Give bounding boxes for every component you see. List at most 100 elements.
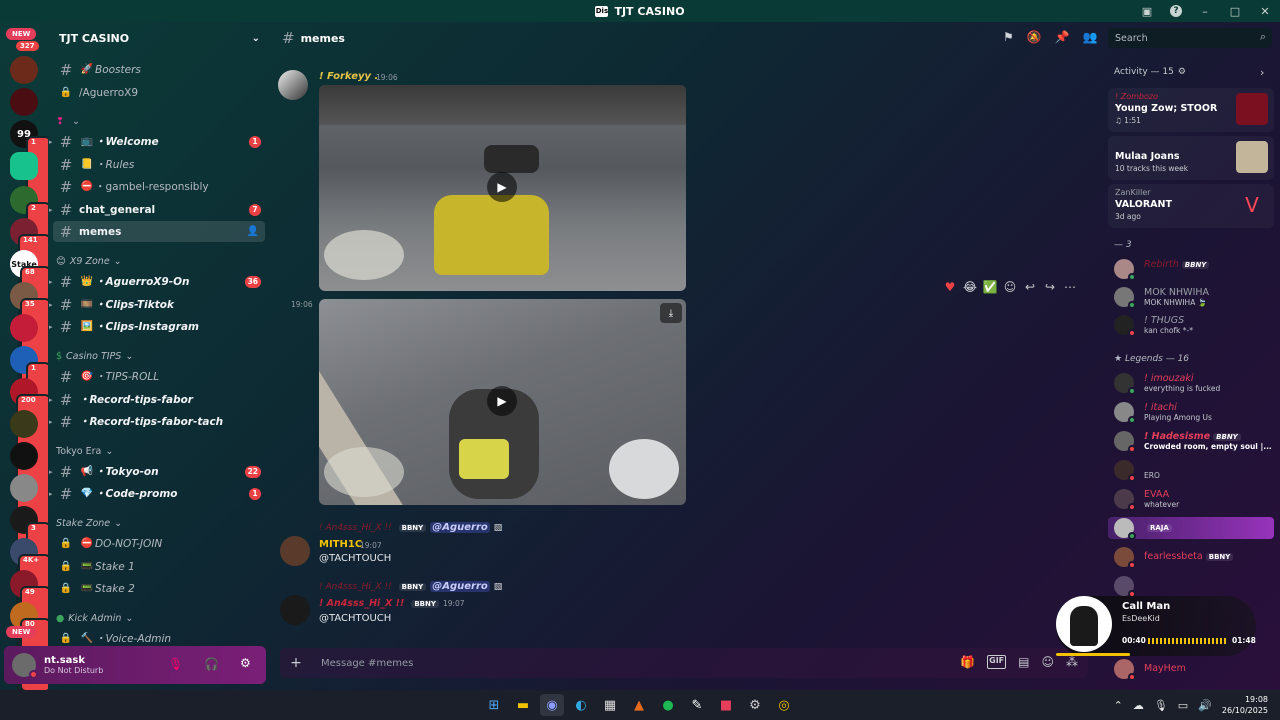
clock[interactable]: 19:08 26/10/2025: [1222, 694, 1268, 716]
member-item[interactable]: EVAA whatever: [1112, 488, 1276, 511]
steam-icon[interactable]: ⚙: [743, 694, 767, 716]
check-reaction-icon[interactable]: ✅: [982, 280, 998, 294]
activity-card[interactable]: ZanKiller VALORANT 3d ago V: [1108, 184, 1274, 228]
video-attachment[interactable]: ⤓ ▶: [319, 299, 686, 505]
emoji-icon[interactable]: ☺: [1041, 655, 1054, 669]
category-header[interactable]: ● Kick Admin ⌄: [56, 613, 133, 624]
channel-item[interactable]: ▸ # ・Record-tips-fabor: [49, 389, 265, 410]
forward-icon[interactable]: ↪: [1042, 280, 1058, 294]
channel-item[interactable]: # 🚀 Boosters: [53, 59, 265, 80]
store-icon[interactable]: ▦: [598, 694, 622, 716]
reply-icon[interactable]: ↩: [1022, 280, 1038, 294]
channel-item[interactable]: 🔒 📟 Stake 2: [53, 578, 265, 599]
discord-icon[interactable]: ◉: [540, 694, 564, 716]
search-input[interactable]: Search ⌕: [1108, 28, 1272, 48]
member-list-icon[interactable]: 👥: [1083, 30, 1098, 44]
add-attachment-icon[interactable]: +: [288, 655, 304, 671]
network-icon[interactable]: ▭: [1178, 699, 1188, 712]
member-item[interactable]: ! THUGS kan chofk *-*: [1112, 314, 1276, 337]
avatar[interactable]: [280, 595, 310, 625]
music-player-widget[interactable]: Call Man EsDeeKid 00:40 01:48: [1056, 596, 1256, 656]
server-icon[interactable]: [10, 314, 38, 342]
message-composer[interactable]: + Message #memes 🎁 GIF ▤ ☺ ⁂: [280, 648, 1088, 678]
mic-muted-icon[interactable]: 🎙: [168, 657, 183, 671]
download-icon[interactable]: ⤓: [660, 303, 682, 323]
heart-reaction-icon[interactable]: ♥: [942, 280, 958, 294]
play-icon[interactable]: ▶: [487, 386, 517, 416]
reply-preview[interactable]: ! An4sss_Hi_X !! BBNY @Aguerro ▧: [319, 581, 502, 592]
server-icon[interactable]: [10, 410, 38, 438]
maximize-icon[interactable]: □: [1228, 5, 1242, 18]
server-icon[interactable]: [10, 56, 38, 84]
notifications-muted-icon[interactable]: 🔕: [1027, 30, 1042, 44]
video-attachment[interactable]: ▶: [319, 85, 686, 291]
play-icon[interactable]: ▶: [487, 172, 517, 202]
user-info[interactable]: nt.sask Do Not Disturb: [44, 655, 103, 675]
channel-item[interactable]: ▸ # 📢 ・Tokyo-on 22: [49, 461, 265, 482]
category-header[interactable]: Stake Zone ⌄: [56, 518, 122, 529]
gif-icon[interactable]: GIF: [987, 655, 1007, 669]
windows-start-icon[interactable]: ⊞: [482, 694, 506, 716]
channel-item[interactable]: ▸ # ・Record-tips-fabor-tach: [49, 411, 265, 432]
message-author[interactable]: ! Forkeyy .: [319, 71, 378, 82]
more-options-icon[interactable]: ⋯: [1062, 280, 1078, 294]
activity-card[interactable]: Mulaa Joans 10 tracks this week: [1108, 136, 1274, 180]
channel-item[interactable]: # 📒 ・Rules: [53, 154, 265, 175]
member-item[interactable]: [1112, 575, 1276, 598]
help-icon[interactable]: ?: [1170, 5, 1182, 17]
chevron-right-icon[interactable]: ›: [1260, 66, 1264, 79]
laugh-reaction-icon[interactable]: 😂: [962, 280, 978, 294]
member-item[interactable]: MOK NHWIHA MOK NHWIHA 🍃: [1112, 286, 1276, 309]
category-header[interactable]: 😊 X9 Zone ⌄: [56, 256, 122, 267]
app-icon[interactable]: ▲: [627, 694, 651, 716]
channel-item[interactable]: 🔒 /AguerroX9: [53, 82, 265, 103]
new-unread-pill[interactable]: NEW: [6, 28, 37, 40]
member-item[interactable]: Rebirth BBNY: [1112, 258, 1276, 281]
channel-item[interactable]: ▸ # 👑 ・AguerroX9-On 36: [49, 271, 265, 292]
member-item[interactable]: MayHem: [1112, 658, 1276, 681]
avatar[interactable]: [12, 653, 38, 679]
volume-icon[interactable]: 🔊: [1198, 699, 1212, 712]
reply-mention[interactable]: @Aguerro: [430, 581, 490, 592]
member-item[interactable]: fearlessbeta BBNY: [1112, 546, 1276, 569]
waveform-bar[interactable]: [1148, 638, 1226, 644]
channel-item[interactable]: ▸ # 🖼️ ・Clips-Instagram: [49, 316, 265, 337]
new-unread-pill[interactable]: NEW: [6, 626, 37, 638]
tray-expand-icon[interactable]: ⌃: [1114, 699, 1123, 712]
server-icon[interactable]: [10, 88, 38, 116]
channel-item-active[interactable]: # memes 👤: [53, 221, 265, 242]
channel-item[interactable]: 🔒 📟 Stake 1: [53, 556, 265, 577]
app-icon[interactable]: ■: [714, 694, 738, 716]
apps-icon[interactable]: ⁂: [1066, 655, 1078, 669]
gift-icon[interactable]: 🎁: [960, 655, 975, 669]
headset-deafened-icon[interactable]: 🎧: [204, 657, 219, 671]
capcut-icon[interactable]: ✎: [685, 694, 709, 716]
message-author[interactable]: MITH1C: [319, 539, 362, 550]
avatar[interactable]: [280, 536, 310, 566]
threads-icon[interactable]: ⚑: [1003, 30, 1014, 44]
activity-card[interactable]: ! Zombozo Young Zow; STOOR ♫ 1:51: [1108, 88, 1274, 132]
inbox-icon[interactable]: ▣: [1140, 5, 1154, 18]
chrome-icon[interactable]: ◎: [772, 694, 796, 716]
member-item[interactable]: ERO: [1112, 459, 1276, 482]
add-reaction-icon[interactable]: ☺: [1002, 280, 1018, 294]
channel-item[interactable]: ▸ # chat_general 7: [49, 199, 265, 220]
reply-mention[interactable]: @Aguerro: [430, 522, 490, 533]
reply-preview[interactable]: ! An4sss_Hi_X !! BBNY @Aguerro ▧: [319, 522, 502, 533]
member-item[interactable]: ! itachi Playing Among Us: [1112, 401, 1276, 424]
member-item[interactable]: ! Hadesisme BBNY Crowded room, empty soul …: [1112, 430, 1276, 453]
mic-icon[interactable]: 🎙: [1154, 699, 1168, 712]
settings-gear-icon[interactable]: ⚙: [240, 656, 251, 670]
guild-header[interactable]: TJT CASINO ⌄: [48, 22, 270, 54]
avatar[interactable]: [278, 70, 308, 100]
file-explorer-icon[interactable]: ▬: [511, 694, 535, 716]
spotify-icon[interactable]: ●: [656, 694, 680, 716]
minimize-icon[interactable]: –: [1198, 5, 1212, 18]
message-author[interactable]: ! An4sss_Hi_X !!: [319, 598, 404, 609]
category-header[interactable]: ❢ ⌄: [56, 116, 80, 127]
channel-item[interactable]: # ⛔ ・gambel-responsibly: [53, 176, 265, 197]
channel-item[interactable]: ▸ # 📺 ・Welcome 1: [49, 131, 265, 152]
member-item[interactable]: ! imouzaki everything is fucked: [1112, 372, 1276, 395]
sticker-icon[interactable]: ▤: [1018, 655, 1029, 669]
gear-icon[interactable]: ⚙: [1178, 67, 1186, 77]
